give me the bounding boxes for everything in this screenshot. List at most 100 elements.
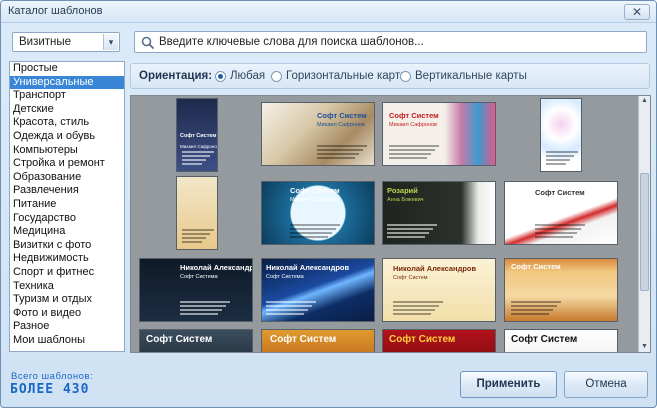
category-item[interactable]: Мои шаблоны (10, 334, 124, 348)
template-card-text-line (290, 228, 336, 230)
category-select[interactable]: Визитные ▾ (12, 32, 120, 52)
scroll-thumb[interactable] (640, 173, 649, 291)
template-card[interactable]: Софт Систем Михаил Сафронов (382, 102, 496, 166)
category-item[interactable]: Туризм и отдых (10, 293, 124, 307)
template-card-text-line (182, 233, 210, 235)
template-card-text-line (387, 232, 429, 234)
template-card-text-line (535, 224, 585, 226)
template-card-text-line (180, 301, 230, 303)
template-card[interactable] (540, 98, 582, 172)
template-card[interactable]: Николай Александров Софт Система (261, 258, 375, 322)
orientation-label: Ориентация: (139, 70, 213, 82)
template-card-name: Софт Систем (180, 133, 217, 139)
cancel-button[interactable]: Отмена (564, 371, 648, 398)
template-card-subtitle: Михаил Сафронов (389, 122, 437, 128)
category-item[interactable]: Образование (10, 171, 124, 185)
close-button[interactable]: ✕ (624, 4, 650, 20)
template-card-text-line (387, 228, 433, 230)
template-card[interactable]: Софт Систем Михаил Сафронов (176, 98, 218, 172)
category-item[interactable]: Одежда и обувь (10, 130, 124, 144)
category-item[interactable]: Техника (10, 280, 124, 294)
category-item[interactable]: Транспорт (10, 89, 124, 103)
template-card-text-line (317, 157, 355, 159)
scroll-down-icon[interactable]: ▼ (640, 342, 649, 352)
template-card-text-line (393, 309, 435, 311)
radio-label: Любая (230, 70, 266, 82)
category-item[interactable]: Государство (10, 212, 124, 226)
category-item[interactable]: Визитки с фото (10, 239, 124, 253)
category-item[interactable]: Простые (10, 62, 124, 76)
category-item[interactable]: Питание (10, 198, 124, 212)
template-card-subtitle: Михаил Сафронов (317, 122, 365, 128)
template-card-text-line (546, 155, 574, 157)
template-card-text-line (546, 163, 566, 165)
template-card-name: Софт Систем (389, 334, 456, 345)
category-item[interactable]: Детские (10, 103, 124, 117)
category-item[interactable]: Стройка и ремонт (10, 157, 124, 171)
chevron-down-icon[interactable]: ▾ (103, 34, 118, 50)
vertical-scrollbar[interactable]: ▲ ▼ (638, 96, 650, 352)
template-card[interactable]: Николай Александров Софт Систем (382, 258, 496, 322)
category-item[interactable]: Компьютеры (10, 144, 124, 158)
template-card-text-line (546, 151, 578, 153)
templates-count-value: БОЛЕЕ 430 (10, 382, 90, 397)
window-title: Каталог шаблонов (8, 5, 103, 17)
template-card-text-line (317, 153, 359, 155)
template-card[interactable] (176, 176, 218, 250)
template-card-text-line (387, 236, 425, 238)
template-card-text-line (393, 313, 431, 315)
template-card-text-line (182, 241, 202, 243)
template-card-text-line (182, 155, 210, 157)
template-card-name: Софт Систем (535, 188, 585, 197)
template-card[interactable]: Софт Систем (504, 181, 618, 245)
templates-count-label: Всего шаблонов: (11, 371, 94, 382)
category-item[interactable]: Фото и видео (10, 307, 124, 321)
search-input[interactable]: Введите ключевые слова для поиска шаблон… (134, 31, 647, 53)
category-list: Простые Универсальные Транспорт Детские Крас… (9, 61, 125, 352)
template-card-name: Софт Систем (146, 334, 213, 345)
category-item[interactable]: Универсальные (10, 75, 124, 90)
category-item[interactable]: Медицина (10, 225, 124, 239)
template-card[interactable]: Софт Систем (504, 329, 618, 352)
category-item[interactable]: Развлечения (10, 184, 124, 198)
template-card-text-line (535, 236, 573, 238)
template-card[interactable]: Софт Систем (382, 329, 496, 352)
template-card-text-line (180, 309, 222, 311)
category-item[interactable]: Разное (10, 320, 124, 334)
template-card[interactable]: Николай Александров Софт Система (139, 258, 253, 322)
template-card-text-line (182, 151, 214, 153)
radio-label: Вертикальные карты (415, 70, 527, 82)
template-card-text-line (389, 145, 439, 147)
template-card-text-line (266, 301, 316, 303)
template-card-subtitle: Михаил Сафронов (180, 144, 218, 149)
apply-button[interactable]: Применить (460, 371, 557, 398)
template-card-text-line (511, 301, 561, 303)
template-card-subtitle: Анна Божевич (387, 197, 424, 203)
template-card-text-line (393, 301, 443, 303)
search-icon (141, 36, 155, 50)
template-card-subtitle: Софт Систем (393, 275, 428, 281)
radio-label: Горизонтальные карты (286, 70, 409, 82)
template-card-name: Софт Систем (270, 334, 337, 345)
template-card-text-line (290, 236, 328, 238)
radio-dot (271, 71, 282, 82)
template-card-subtitle: Михаил Сафронов (290, 197, 338, 203)
template-card[interactable]: Розарий Анна Божевич (382, 181, 496, 245)
category-item[interactable]: Спорт и фитнес (10, 266, 124, 280)
template-card-text-line (290, 232, 332, 234)
category-item[interactable]: Недвижимость (10, 252, 124, 266)
template-card-text-line (317, 145, 367, 147)
template-card-text-line (266, 313, 304, 315)
template-card[interactable]: Софт Систем (504, 258, 618, 322)
radio-dot (215, 71, 226, 82)
template-card-text-line (535, 228, 581, 230)
scroll-up-icon[interactable]: ▲ (640, 96, 649, 106)
category-item[interactable]: Красота, стиль (10, 116, 124, 130)
template-card[interactable]: Софт Систем (261, 329, 375, 352)
template-card[interactable]: Софт Систем Михаил Сафронов (261, 102, 375, 166)
template-card-name: Софт Систем (290, 186, 340, 195)
template-card[interactable]: Софт Систем (139, 329, 253, 352)
template-card[interactable]: Софт Систем Михаил Сафронов (261, 181, 375, 245)
template-card-name: Николай Александров (266, 263, 350, 272)
category-select-value: Визитные (19, 36, 72, 48)
